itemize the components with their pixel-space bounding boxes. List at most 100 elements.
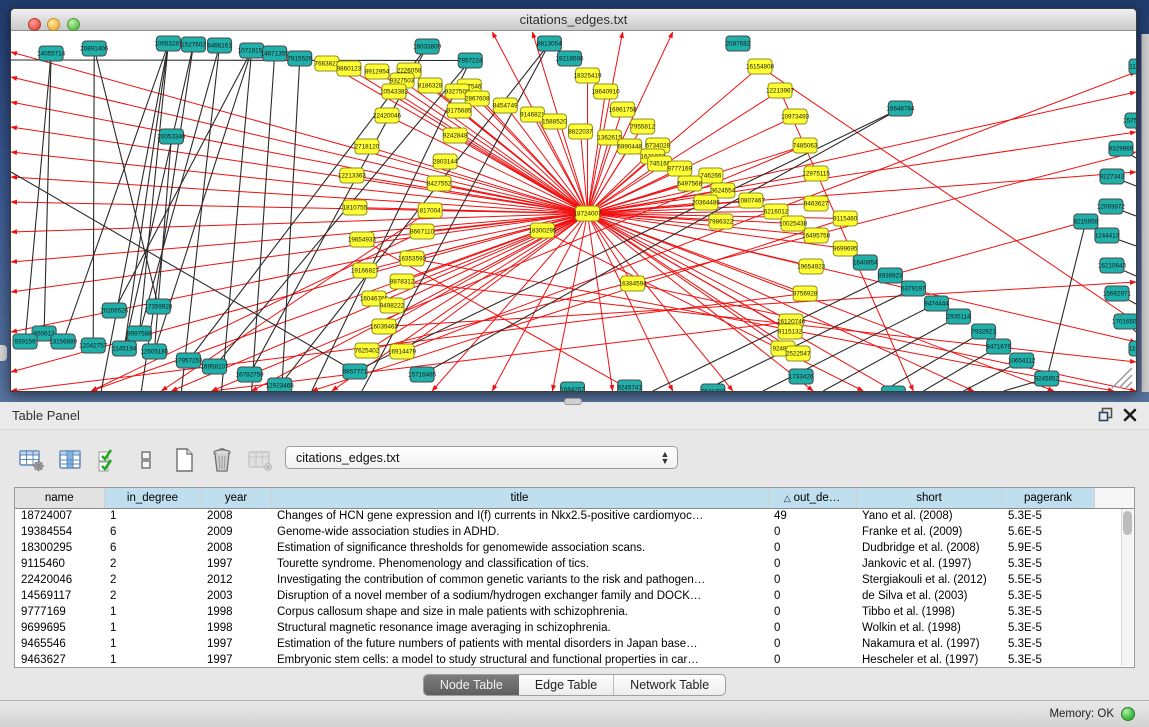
graph-node[interactable]: 12923468 xyxy=(266,378,295,391)
graph-node[interactable]: 9857771 xyxy=(343,364,368,379)
graph-node[interactable]: 6466161 xyxy=(207,38,232,53)
table-scrollbar-thumb[interactable] xyxy=(1123,511,1132,535)
graph-node[interactable]: 1684257 xyxy=(560,382,585,391)
table-row[interactable]: 1938455462009Genome-wide association stu… xyxy=(15,524,1134,540)
splitter-handle[interactable] xyxy=(564,398,582,405)
graph-node[interactable]: 7986322 xyxy=(709,214,734,229)
import-table-disabled-button[interactable] xyxy=(246,446,274,474)
graph-node[interactable]: 8471676 xyxy=(986,339,1011,354)
graph-node[interactable]: 9699695 xyxy=(833,241,858,256)
graph-node[interactable]: 16648784 xyxy=(886,101,915,116)
graph-node[interactable]: 12505185 xyxy=(140,344,169,359)
graph-node[interactable]: 12213967 xyxy=(766,83,795,98)
graph-node[interactable]: 19654923 xyxy=(797,259,826,274)
graph-node[interactable]: 19654933 xyxy=(348,232,377,247)
table-row[interactable]: 1872400712008Changes of HCN gene express… xyxy=(15,508,1134,524)
graph-node[interactable]: 8667110 xyxy=(410,224,435,239)
graph-node[interactable]: 8186328 xyxy=(418,78,443,93)
column-header-pagerank[interactable]: pagerank xyxy=(1002,488,1094,508)
graph-node[interactable]: 10025438 xyxy=(779,216,808,231)
graph-node[interactable]: 16495758 xyxy=(802,228,831,243)
graph-node[interactable]: 2803144 xyxy=(433,154,458,169)
graph-node[interactable]: 9245741 xyxy=(617,380,642,391)
graph-node[interactable]: 7815526 xyxy=(287,51,312,66)
graph-node[interactable]: 13156889 xyxy=(49,334,78,349)
float-panel-icon[interactable] xyxy=(1098,407,1113,422)
graph-node[interactable]: 15692971 xyxy=(1103,286,1132,301)
graph-node[interactable]: 2522547 xyxy=(786,346,811,361)
graph-node[interactable]: 19166827 xyxy=(351,263,380,278)
graph-node[interactable]: 12093872 xyxy=(1097,199,1126,214)
graph-node[interactable]: 16384594 xyxy=(619,276,648,291)
window-titlebar[interactable]: citations_edges.txt xyxy=(11,9,1136,31)
select-columns-button[interactable] xyxy=(94,446,122,474)
graph-node[interactable]: 17957253 xyxy=(174,353,203,368)
graph-node[interactable]: 22420046 xyxy=(373,108,402,123)
graph-node[interactable]: 7955812 xyxy=(630,119,655,134)
graph-node[interactable]: 20053346 xyxy=(157,129,186,144)
graph-node[interactable]: 17359928 xyxy=(144,299,173,314)
graph-node[interactable]: 20891406 xyxy=(80,41,109,56)
graph-node[interactable]: 746266 xyxy=(699,168,723,183)
graph-node[interactable]: 9860123 xyxy=(337,61,362,76)
graph-node[interactable]: 12213363 xyxy=(338,168,367,183)
graph-node[interactable]: 15716485 xyxy=(408,367,437,382)
column-header-name[interactable]: name xyxy=(15,488,104,508)
graph-node[interactable]: 16353593 xyxy=(398,251,427,266)
graph-node[interactable]: 9227343 xyxy=(1100,169,1125,184)
graph-node[interactable]: 16914479 xyxy=(388,344,417,359)
graph-node[interactable]: 9245052 xyxy=(881,386,906,391)
graph-node[interactable]: 8878312 xyxy=(390,274,415,289)
graph-node[interactable]: 16210643 xyxy=(1098,258,1127,273)
graph-node[interactable]: 9498222 xyxy=(380,298,405,313)
graph-node[interactable]: 15751074 xyxy=(1123,113,1136,128)
graph-node[interactable]: 1244413 xyxy=(1095,228,1120,243)
graph-node[interactable]: 9474444 xyxy=(924,296,949,311)
graph-node[interactable]: 6990448 xyxy=(617,139,642,154)
graph-node[interactable]: 3175685 xyxy=(447,103,472,118)
table-row[interactable]: 946554611997Estimation of the future num… xyxy=(15,636,1134,652)
graph-node[interactable]: 10543382 xyxy=(380,84,409,99)
graph-node[interactable]: 16033809 xyxy=(413,39,442,54)
graph-node[interactable]: 9329966 xyxy=(1109,141,1134,156)
graph-node[interactable]: 20364486 xyxy=(692,195,721,210)
row-options-button[interactable] xyxy=(132,446,160,474)
graph-node[interactable]: 1588520 xyxy=(542,114,567,129)
graph-node[interactable]: 9463627 xyxy=(804,196,829,211)
graph-node[interactable]: 9115132 xyxy=(778,324,803,339)
graph-node[interactable]: 817004 xyxy=(418,203,442,218)
graph-node[interactable]: 14671355 xyxy=(261,46,290,61)
graph-node[interactable]: 9756928 xyxy=(793,286,818,301)
graph-node[interactable]: 939159 xyxy=(13,334,37,349)
resize-grip-icon[interactable] xyxy=(1112,368,1132,388)
new-file-button[interactable] xyxy=(170,446,198,474)
graph-node[interactable]: 2718120 xyxy=(355,139,380,154)
graph-node[interactable]: 8215958 xyxy=(1074,214,1099,229)
graph-node[interactable]: 8822037 xyxy=(568,124,593,139)
delete-trash-button[interactable] xyxy=(208,446,236,474)
graph-node[interactable]: 18325419 xyxy=(574,68,603,83)
graph-node[interactable]: 7485063 xyxy=(793,138,818,153)
table-row[interactable]: 946362711997Embryonic stem cells: a mode… xyxy=(15,652,1134,668)
graph-node[interactable]: 8912954 xyxy=(365,64,390,79)
graph-node[interactable]: 1527602 xyxy=(181,37,206,52)
graph-node[interactable]: 8454749 xyxy=(493,98,518,113)
table-scrollbar[interactable] xyxy=(1121,509,1133,666)
graph-node[interactable]: 10654112 xyxy=(1008,353,1036,368)
table-row[interactable]: 2242004622012Investigating the contribut… xyxy=(15,572,1134,588)
tab-edge-table[interactable]: Edge Table xyxy=(519,675,613,695)
table-selector-dropdown[interactable]: citations_edges.txt ▲▼ xyxy=(285,446,678,469)
graph-node[interactable]: 12042757 xyxy=(79,338,108,353)
column-header-short[interactable]: short xyxy=(856,488,1002,508)
graph-node[interactable]: 7625402 xyxy=(355,343,380,358)
graph-node[interactable]: 10653287 xyxy=(154,36,183,51)
graph-node[interactable]: 8938923 xyxy=(878,268,903,283)
graph-node[interactable]: 7857224 xyxy=(458,53,483,68)
tab-network-table[interactable]: Network Table xyxy=(613,675,725,695)
graph-node[interactable]: 1640954 xyxy=(853,255,878,270)
column-header-out_de[interactable]: △out_de… xyxy=(768,488,856,508)
graph-node[interactable]: 16782759 xyxy=(236,367,265,382)
graph-node[interactable]: 1810755 xyxy=(343,200,368,215)
graph-node[interactable]: 20206526 xyxy=(100,303,129,318)
graph-node[interactable]: 1145194 xyxy=(112,341,137,356)
